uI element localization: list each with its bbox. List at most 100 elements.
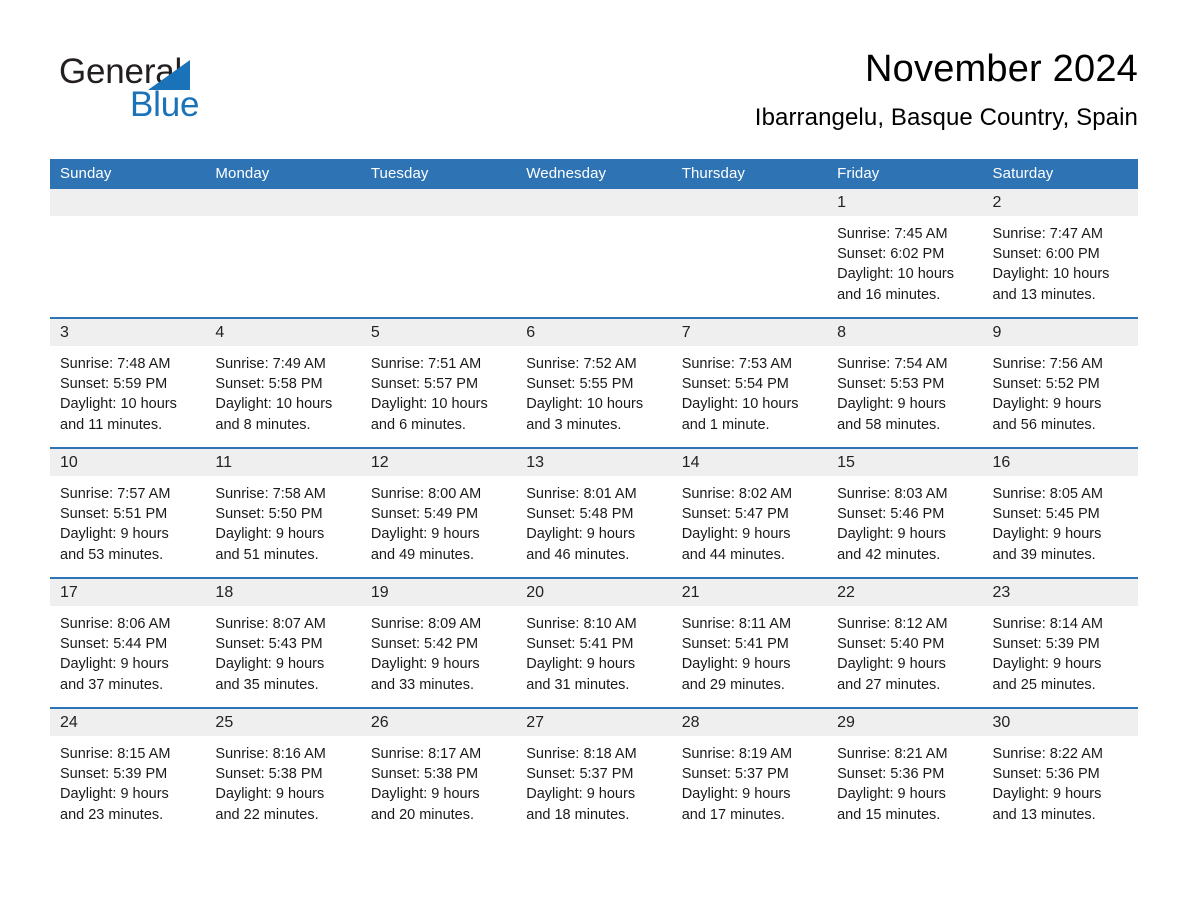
day-sun-details: Sunrise: 7:53 AM Sunset: 5:54 PM Daylight:…	[672, 346, 827, 435]
day-number	[205, 189, 361, 216]
generalblue-logo[interactable]: General Blue	[59, 53, 319, 125]
calendar-day-cell[interactable]: 12 Sunrise: 8:00 AM Sunset: 5:49 PM Dayligh…	[360, 447, 517, 578]
day-number: 3	[50, 319, 206, 346]
day-detail-line: and 31 minutes.	[526, 676, 630, 693]
day-detail-line: Sunset: 5:48 PM	[526, 506, 634, 523]
day-detail-line: Daylight: 9 hours	[992, 396, 1102, 413]
day-detail-line: Daylight: 9 hours	[60, 786, 169, 803]
day-detail-line: Daylight: 9 hours	[526, 656, 636, 673]
day-detail-line: Daylight: 9 hours	[215, 786, 325, 803]
calendar-day-cell[interactable]: 21 Sunrise: 8:11 AM Sunset: 5:41 PM Dayligh…	[671, 577, 828, 708]
calendar-day-cell[interactable]: 14 Sunrise: 8:02 AM Sunset: 5:47 PM Dayligh…	[671, 447, 828, 578]
day-cell-inner: 26 Sunrise: 8:17 AM Sunset: 5:38 PM Dayligh…	[360, 709, 517, 837]
calendar-day-cell[interactable]: 4 Sunrise: 7:49 AM Sunset: 5:58 PM Daylight…	[205, 317, 361, 448]
day-sun-details: Sunrise: 8:01 AM Sunset: 5:48 PM Daylight:…	[516, 476, 671, 565]
calendar-day-cell[interactable]: 13 Sunrise: 8:01 AM Sunset: 5:48 PM Dayligh…	[516, 447, 672, 578]
weekday-header-sunday: Sunday	[50, 159, 206, 189]
day-cell-inner	[205, 189, 361, 317]
calendar-day-cell[interactable]: 10 Sunrise: 7:57 AM Sunset: 5:51 PM Dayligh…	[50, 447, 206, 578]
day-detail-line: Sunrise: 8:16 AM	[215, 746, 326, 762]
day-number: 29	[827, 709, 983, 736]
calendar-day-cell[interactable]: 30 Sunrise: 8:22 AM Sunset: 5:36 PM Dayligh…	[982, 707, 1138, 837]
calendar-day-cell[interactable]: 5 Sunrise: 7:51 AM Sunset: 5:57 PM Daylight…	[360, 317, 517, 448]
calendar-day-cell[interactable]: 23 Sunrise: 8:14 AM Sunset: 5:39 PM Dayligh…	[982, 577, 1138, 708]
day-cell-inner: 29 Sunrise: 8:21 AM Sunset: 5:36 PM Dayligh…	[827, 709, 983, 837]
day-detail-line: and 13 minutes.	[992, 286, 1096, 303]
day-cell-inner: 13 Sunrise: 8:01 AM Sunset: 5:48 PM Dayligh…	[516, 449, 672, 577]
day-cell-inner: 17 Sunrise: 8:06 AM Sunset: 5:44 PM Dayligh…	[50, 579, 206, 707]
calendar-day-cell[interactable]: 1 Sunrise: 7:45 AM Sunset: 6:02 PM Daylight…	[827, 189, 983, 318]
calendar-day-cell[interactable]: 9 Sunrise: 7:56 AM Sunset: 5:52 PM Daylight…	[982, 317, 1138, 448]
calendar-day-cell[interactable]	[50, 189, 206, 318]
day-detail-line: Sunrise: 8:02 AM	[681, 486, 793, 502]
day-detail-line: Sunrise: 8:05 AM	[992, 486, 1103, 502]
day-detail-line: Daylight: 9 hours	[526, 526, 636, 543]
day-number: 24	[50, 709, 206, 736]
day-number: 9	[982, 319, 1138, 346]
day-sun-details: Sunrise: 8:15 AM Sunset: 5:39 PM Daylight:…	[50, 736, 205, 825]
weekday-header-row: Sunday Monday Tuesday Wednesday Thursday…	[50, 159, 1138, 189]
calendar-day-cell[interactable]: 22 Sunrise: 8:12 AM Sunset: 5:40 PM Dayligh…	[827, 577, 983, 708]
calendar-day-cell[interactable]: 25 Sunrise: 8:16 AM Sunset: 5:38 PM Dayligh…	[205, 707, 361, 837]
calendar-day-cell[interactable]	[205, 189, 361, 318]
day-detail-line: Sunset: 5:49 PM	[370, 506, 479, 523]
day-number: 6	[516, 319, 672, 346]
calendar-day-cell[interactable]: 24 Sunrise: 8:15 AM Sunset: 5:39 PM Dayligh…	[50, 707, 206, 837]
day-number: 10	[50, 449, 206, 476]
day-sun-details: Sunrise: 8:10 AM Sunset: 5:41 PM Daylight:…	[516, 606, 671, 695]
calendar-day-cell[interactable]: 16 Sunrise: 8:05 AM Sunset: 5:45 PM Dayligh…	[982, 447, 1138, 578]
calendar-week-row: 24 Sunrise: 8:15 AM Sunset: 5:39 PM Dayligh…	[50, 707, 1138, 837]
calendar-day-cell[interactable]	[360, 189, 517, 318]
day-number: 26	[360, 709, 517, 736]
calendar-week-row: 1 Sunrise: 7:45 AM Sunset: 6:02 PM Daylight…	[50, 189, 1138, 318]
day-detail-line: and 22 minutes.	[215, 806, 319, 823]
day-detail-line: Sunrise: 7:45 AM	[837, 226, 948, 242]
day-detail-line: and 11 minutes.	[60, 416, 163, 433]
day-sun-details: Sunrise: 7:45 AM Sunset: 6:02 PM Daylight:…	[827, 216, 982, 305]
day-sun-details: Sunrise: 7:49 AM Sunset: 5:58 PM Daylight:…	[205, 346, 360, 435]
calendar-day-cell[interactable]: 19 Sunrise: 8:09 AM Sunset: 5:42 PM Dayligh…	[360, 577, 517, 708]
day-number: 18	[205, 579, 361, 606]
day-detail-line: and 8 minutes.	[215, 416, 311, 433]
day-number: 5	[360, 319, 517, 346]
day-cell-inner: 21 Sunrise: 8:11 AM Sunset: 5:41 PM Dayligh…	[671, 579, 828, 707]
day-detail-line: Daylight: 10 hours	[526, 396, 644, 413]
calendar-day-cell[interactable]: 2 Sunrise: 7:47 AM Sunset: 6:00 PM Daylight…	[982, 189, 1138, 318]
day-detail-line: Daylight: 9 hours	[837, 786, 946, 803]
day-number: 1	[827, 189, 983, 216]
day-sun-details: Sunrise: 7:56 AM Sunset: 5:52 PM Daylight:…	[983, 346, 1138, 435]
day-detail-line: Daylight: 9 hours	[837, 396, 946, 413]
day-detail-line: Sunset: 5:38 PM	[215, 766, 323, 783]
calendar-day-cell[interactable]: 6 Sunrise: 7:52 AM Sunset: 5:55 PM Daylight…	[516, 317, 672, 448]
day-cell-inner: 4 Sunrise: 7:49 AM Sunset: 5:58 PM Daylight…	[205, 319, 361, 447]
day-cell-inner: 8 Sunrise: 7:54 AM Sunset: 5:53 PM Daylight…	[827, 319, 983, 447]
calendar-day-cell[interactable]: 27 Sunrise: 8:18 AM Sunset: 5:37 PM Dayligh…	[516, 707, 672, 837]
day-detail-line: Sunset: 5:58 PM	[215, 376, 323, 393]
calendar-day-cell[interactable]: 26 Sunrise: 8:17 AM Sunset: 5:38 PM Dayligh…	[360, 707, 517, 837]
calendar-day-cell[interactable]	[516, 189, 672, 318]
day-sun-details: Sunrise: 7:58 AM Sunset: 5:50 PM Daylight:…	[205, 476, 360, 565]
calendar-day-cell[interactable]	[671, 189, 828, 318]
calendar-day-cell[interactable]: 17 Sunrise: 8:06 AM Sunset: 5:44 PM Dayligh…	[50, 577, 206, 708]
calendar-day-cell[interactable]: 20 Sunrise: 8:10 AM Sunset: 5:41 PM Dayligh…	[516, 577, 672, 708]
day-sun-details: Sunrise: 8:18 AM Sunset: 5:37 PM Daylight:…	[516, 736, 671, 825]
calendar-day-cell[interactable]: 15 Sunrise: 8:03 AM Sunset: 5:46 PM Dayligh…	[827, 447, 983, 578]
day-cell-inner: 3 Sunrise: 7:48 AM Sunset: 5:59 PM Daylight…	[50, 319, 206, 447]
day-number: 11	[205, 449, 361, 476]
calendar-day-cell[interactable]: 8 Sunrise: 7:54 AM Sunset: 5:53 PM Daylight…	[827, 317, 983, 448]
day-detail-line: and 17 minutes.	[681, 806, 785, 823]
day-number: 23	[982, 579, 1138, 606]
day-cell-inner	[360, 189, 517, 317]
calendar-day-cell[interactable]: 11 Sunrise: 7:58 AM Sunset: 5:50 PM Dayligh…	[205, 447, 361, 578]
day-sun-details: Sunrise: 8:07 AM Sunset: 5:43 PM Daylight:…	[205, 606, 360, 695]
calendar-day-cell[interactable]: 28 Sunrise: 8:19 AM Sunset: 5:37 PM Dayligh…	[671, 707, 828, 837]
calendar-day-cell[interactable]: 18 Sunrise: 8:07 AM Sunset: 5:43 PM Dayligh…	[205, 577, 361, 708]
calendar-day-cell[interactable]: 3 Sunrise: 7:48 AM Sunset: 5:59 PM Daylight…	[50, 317, 206, 448]
day-detail-line: and 53 minutes.	[60, 546, 164, 563]
day-sun-details: Sunrise: 7:52 AM Sunset: 5:55 PM Daylight:…	[516, 346, 671, 435]
day-detail-line: Daylight: 9 hours	[837, 656, 946, 673]
calendar-day-cell[interactable]: 7 Sunrise: 7:53 AM Sunset: 5:54 PM Daylight…	[671, 317, 828, 448]
day-cell-inner: 23 Sunrise: 8:14 AM Sunset: 5:39 PM Dayligh…	[982, 579, 1138, 707]
calendar-day-cell[interactable]: 29 Sunrise: 8:21 AM Sunset: 5:36 PM Dayligh…	[827, 707, 983, 837]
day-sun-details: Sunrise: 8:03 AM Sunset: 5:46 PM Daylight:…	[827, 476, 982, 565]
